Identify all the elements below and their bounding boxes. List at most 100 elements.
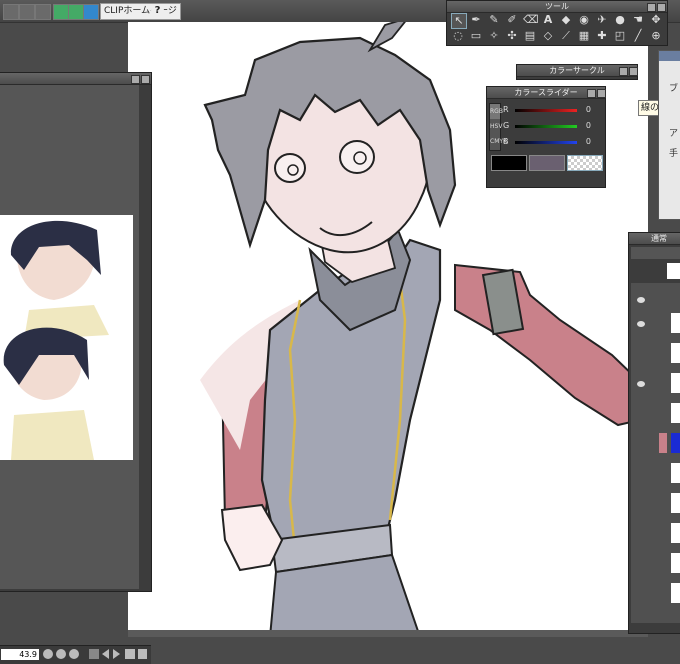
layer-panel: 通常 — [628, 232, 680, 634]
sub-color-swatch[interactable] — [529, 155, 565, 171]
prev-icon[interactable] — [102, 649, 109, 659]
correction-icon[interactable]: ✚ — [595, 29, 609, 43]
blend-icon[interactable]: ◉ — [577, 13, 591, 27]
eye-icon[interactable] — [637, 381, 645, 387]
channel-label: R — [503, 105, 509, 114]
g-value[interactable]: 0 — [579, 121, 591, 130]
next-icon[interactable] — [113, 649, 120, 659]
shape-icon[interactable]: ◇ — [541, 29, 555, 43]
move-icon[interactable]: ✥ — [649, 13, 663, 27]
canvas-scrollbar[interactable] — [128, 630, 648, 637]
layer-panel-title[interactable]: 通常 — [629, 233, 680, 245]
layer-row[interactable] — [671, 373, 680, 393]
brush-icon[interactable]: ✐ — [505, 13, 519, 27]
balloon-icon[interactable]: ◰ — [613, 29, 627, 43]
eyedropper-icon[interactable] — [89, 649, 99, 659]
layer-row[interactable] — [671, 463, 680, 483]
pencil-icon[interactable]: ✎ — [487, 13, 501, 27]
r-slider[interactable] — [515, 109, 577, 112]
zoom-in-icon[interactable] — [56, 649, 66, 659]
layer-color-marker — [659, 433, 667, 453]
tool-property-titlebar[interactable] — [659, 51, 680, 61]
device-icon[interactable] — [83, 4, 99, 20]
reference-image — [0, 215, 133, 460]
gradient-icon[interactable]: ▤ — [523, 29, 537, 43]
transparent-color-swatch[interactable] — [567, 155, 603, 171]
tab-rgb[interactable]: RGB — [490, 104, 503, 119]
fit-icon[interactable] — [69, 649, 79, 659]
drop-icon[interactable]: ● — [613, 13, 627, 27]
tool-property-panel: ブ ア 手 — [658, 50, 680, 220]
minimize-icon[interactable] — [131, 75, 140, 84]
rect-select-icon[interactable]: ▭ — [469, 29, 483, 43]
main-color-swatch[interactable] — [491, 155, 527, 171]
close-icon[interactable] — [657, 3, 666, 12]
layer-row[interactable] — [671, 583, 680, 603]
text-icon[interactable]: A — [541, 13, 555, 27]
zoom-field[interactable]: 43.9 — [1, 649, 39, 660]
ruler-icon[interactable]: ⟋ — [559, 29, 573, 43]
color-mode-tabs: RGB HSV CMYK — [489, 103, 507, 151]
layer-row[interactable] — [671, 553, 680, 573]
property-label: 手 — [669, 149, 679, 159]
layer-row[interactable] — [671, 343, 680, 363]
zoom-tool-icon[interactable]: ⊕ — [649, 29, 663, 43]
save-icon[interactable] — [35, 4, 51, 20]
sub-view-titlebar[interactable] — [0, 73, 151, 85]
tab-hsv[interactable]: HSV — [490, 119, 502, 134]
close-icon[interactable] — [629, 67, 638, 76]
slider-row-r: R 0 — [503, 105, 603, 115]
tab-cmyk[interactable]: CMYK — [490, 134, 507, 149]
r-value[interactable]: 0 — [579, 105, 591, 114]
layer-row[interactable] — [671, 493, 680, 513]
close-icon[interactable] — [597, 89, 606, 98]
layer-row-selected[interactable] — [671, 433, 680, 453]
zoom-out-icon[interactable] — [43, 649, 53, 659]
blend-mode-select[interactable] — [631, 247, 680, 259]
minimize-icon[interactable] — [619, 67, 628, 76]
layer-row[interactable] — [671, 523, 680, 543]
channel-label: G — [503, 121, 510, 130]
hand-icon[interactable]: ☚ — [631, 13, 645, 27]
new-icon[interactable] — [3, 4, 19, 20]
pen-icon[interactable]: ✒ — [469, 13, 483, 27]
pen-tool-icon[interactable] — [53, 4, 69, 20]
eye-icon[interactable] — [637, 321, 645, 327]
property-label: ブ — [669, 84, 679, 94]
brush-tool-icon[interactable] — [68, 4, 84, 20]
color-circle-panel: カラーサークル — [516, 64, 638, 80]
magic-wand-icon[interactable]: ✧ — [487, 29, 501, 43]
layer-row[interactable] — [671, 313, 680, 333]
layer-row[interactable] — [671, 403, 680, 423]
minimize-icon[interactable] — [647, 3, 656, 12]
frame-icon[interactable]: ▦ — [577, 29, 591, 43]
lasso-icon[interactable]: ◌ — [451, 29, 465, 43]
fill-icon[interactable]: ◆ — [559, 13, 573, 27]
b-value[interactable]: 0 — [579, 137, 591, 146]
layer-thumb[interactable] — [667, 263, 680, 279]
tool-palette-title[interactable]: ツール — [447, 1, 667, 13]
channel-label: B — [503, 137, 509, 146]
sub-view-area[interactable] — [0, 85, 139, 589]
g-slider[interactable] — [515, 125, 577, 128]
sub-view-footer: 43.9 — [0, 645, 151, 664]
open-image-icon[interactable] — [125, 649, 135, 659]
transform-icon[interactable]: ✣ — [505, 29, 519, 43]
color-slider-panel: カラースライダー RGB HSV CMYK R 0 G 0 B 0 — [486, 86, 606, 188]
b-slider[interactable] — [515, 141, 577, 144]
layer-list[interactable] — [631, 283, 680, 623]
slider-row-g: G 0 — [503, 121, 603, 131]
eraser-icon[interactable]: ⌫ — [523, 13, 539, 27]
select-tool-icon[interactable]: ↖ — [451, 13, 467, 29]
close-icon[interactable] — [141, 75, 150, 84]
property-label: ア — [669, 129, 679, 139]
open-icon[interactable] — [19, 4, 35, 20]
line-icon[interactable]: ╱ — [631, 29, 645, 43]
delete-icon[interactable] — [138, 649, 147, 659]
clip-homepage-button[interactable]: CLIPホームページ — [100, 3, 181, 20]
minimize-icon[interactable] — [587, 89, 596, 98]
eye-icon[interactable] — [637, 297, 645, 303]
airbrush-icon[interactable]: ✈ — [595, 13, 609, 27]
help-icon[interactable]: ? — [151, 4, 164, 17]
slider-row-b: B 0 — [503, 137, 603, 147]
